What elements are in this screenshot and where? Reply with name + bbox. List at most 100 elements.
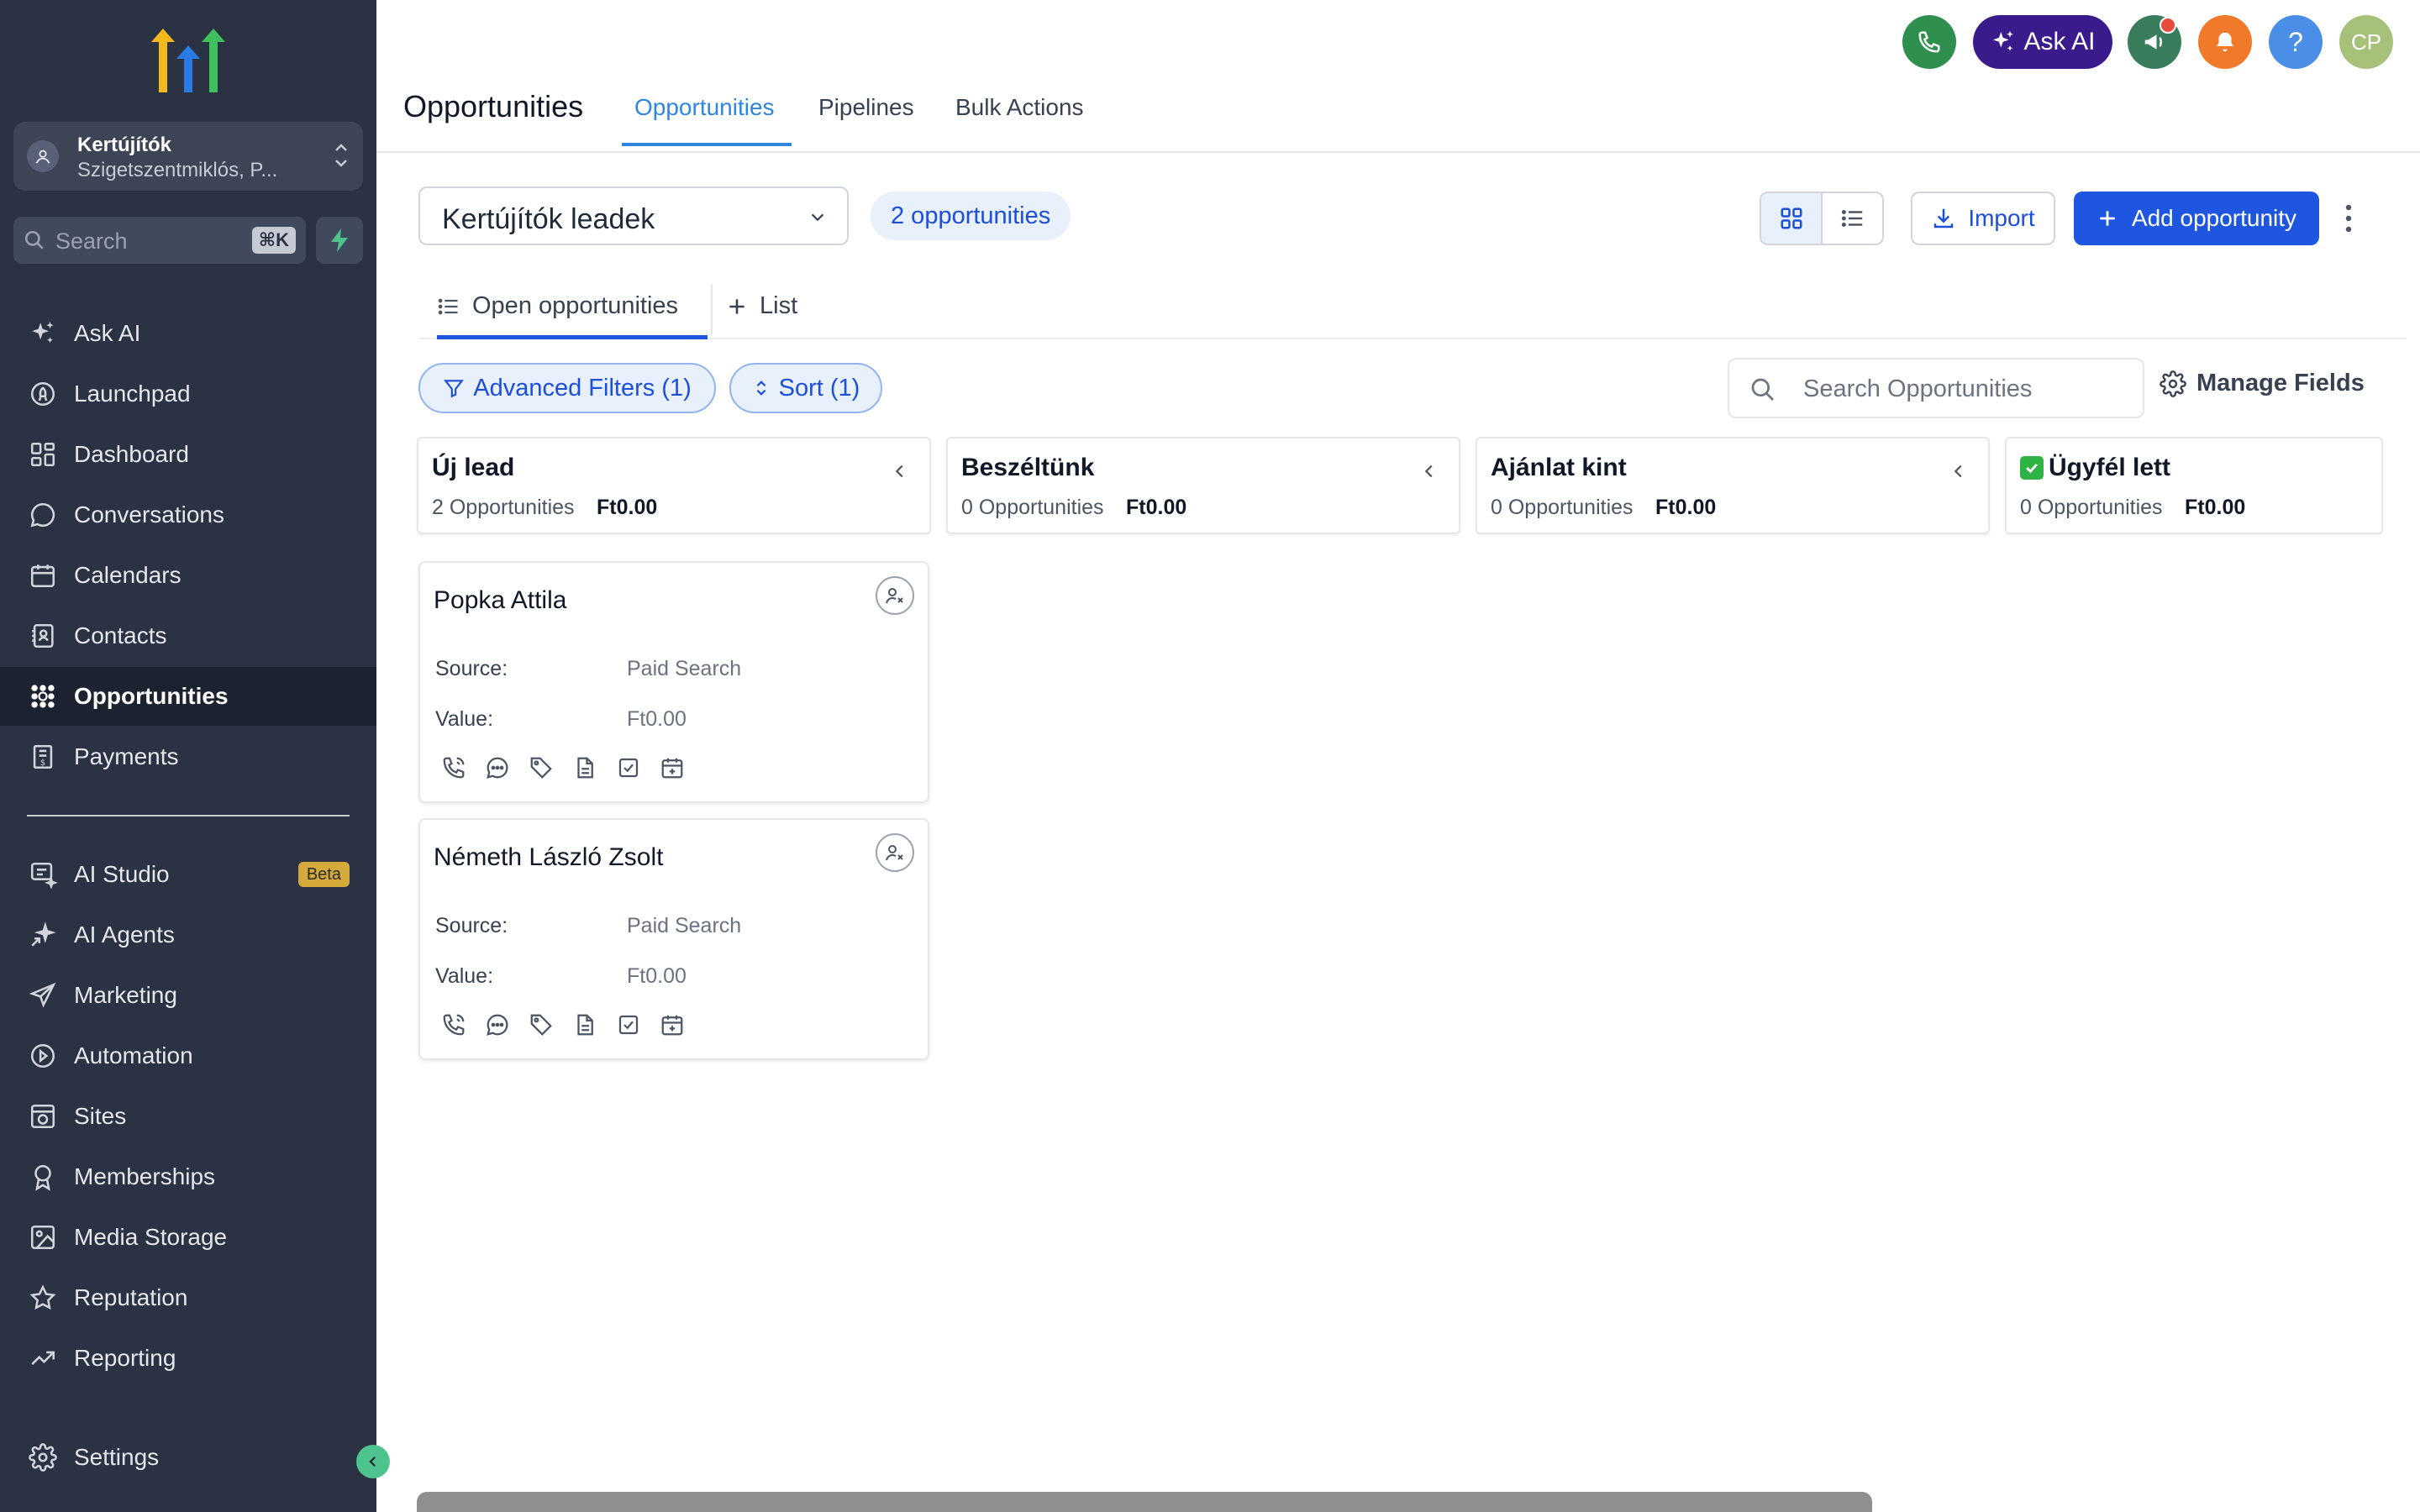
tab-bulk-actions[interactable]: Bulk Actions [955, 94, 1084, 121]
sort-button[interactable]: Sort (1) [729, 363, 882, 413]
sidebar-item-marketing[interactable]: Marketing [0, 966, 376, 1025]
search-opportunities-input[interactable] [1802, 371, 2133, 407]
tab-pipelines[interactable]: Pipelines [818, 94, 914, 121]
award-icon [27, 1161, 59, 1193]
sidebar-item-reputation[interactable]: Reputation [0, 1268, 376, 1327]
note-action-icon[interactable] [563, 1010, 607, 1040]
advanced-filters-button[interactable]: Advanced Filters (1) [418, 363, 716, 413]
import-button[interactable]: Import [1911, 192, 2055, 245]
help-button[interactable]: ? [2269, 15, 2323, 69]
sidebar-item-label: Media Storage [74, 1224, 228, 1250]
assign-user-button[interactable] [876, 833, 914, 872]
list-icon [438, 298, 458, 314]
task-action-icon[interactable] [607, 753, 650, 783]
sparkle-icon [27, 318, 59, 349]
phone-button[interactable] [1902, 15, 1956, 69]
sidebar-item-memberships[interactable]: Memberships [0, 1147, 376, 1206]
opportunity-count-badge: 2 opportunities [871, 192, 1071, 240]
sidebar-item-label: Reputation [74, 1284, 188, 1310]
tag-action-icon[interactable] [519, 1010, 563, 1040]
quick-action-button[interactable] [316, 217, 363, 264]
add-opportunity-button[interactable]: Add opportunity [2074, 192, 2319, 245]
message-action-icon[interactable] [476, 1010, 519, 1040]
chevron-down-icon [807, 208, 829, 227]
manage-fields-button[interactable]: Manage Fields [2160, 370, 2365, 397]
opportunity-card[interactable]: Popka Attila Source: Paid Search Value: … [418, 561, 929, 803]
page-title: Opportunities [403, 89, 584, 123]
call-action-icon[interactable] [432, 753, 476, 783]
collapse-sidebar-button[interactable] [356, 1445, 390, 1478]
sidebar-item-label: Sites [74, 1103, 127, 1129]
sidebar-item-label: Launchpad [74, 381, 191, 407]
chevron-left-icon [369, 1456, 376, 1467]
task-action-icon[interactable] [607, 1010, 650, 1040]
sidebar-item-sites[interactable]: Sites [0, 1087, 376, 1146]
sidebar-item-automation[interactable]: Automation [0, 1026, 376, 1085]
opportunities-icon [27, 680, 59, 712]
collapse-stage-button[interactable] [891, 460, 909, 482]
sidebar-item-label: Reporting [74, 1345, 176, 1371]
collapse-stage-button[interactable] [1420, 460, 1439, 482]
note-action-icon[interactable] [563, 753, 607, 783]
assign-user-button[interactable] [876, 576, 914, 615]
stage-title: Ajánlat kint [1491, 454, 1627, 481]
image-icon [27, 1221, 59, 1253]
stage-count: 0 Opportunities [2020, 496, 2163, 519]
subtab-add-list[interactable]: List [726, 292, 797, 320]
sort-label: Sort (1) [778, 374, 860, 402]
payments-icon: $ [27, 741, 59, 773]
board-view-button[interactable] [1761, 193, 1823, 244]
ai-studio-icon [27, 858, 59, 890]
appointment-action-icon[interactable] [650, 753, 694, 783]
sidebar: Kertújítók Szigetszentmiklós, P... Searc… [0, 0, 376, 1512]
message-action-icon[interactable] [476, 753, 519, 783]
notifications-button[interactable] [2198, 15, 2252, 69]
sidebar-item-payments[interactable]: $ Payments [0, 727, 376, 786]
sidebar-item-ask-ai[interactable]: Ask AI [0, 304, 376, 363]
tag-action-icon[interactable] [519, 753, 563, 783]
contacts-icon [27, 620, 59, 652]
sidebar-item-contacts[interactable]: Contacts [0, 606, 376, 665]
ask-ai-button[interactable]: Ask AI [1973, 15, 2112, 69]
subtab-open-opportunities[interactable]: Open opportunities [437, 292, 678, 320]
tab-opportunities[interactable]: Opportunities [634, 94, 775, 121]
stage-title: Beszéltünk [961, 454, 1095, 481]
pipeline-select[interactable]: Kertújítók leadek [418, 186, 849, 245]
sidebar-item-media-storage[interactable]: Media Storage [0, 1208, 376, 1267]
sidebar-item-ai-agents[interactable]: AI Agents [0, 906, 376, 964]
horizontal-scrollbar[interactable] [417, 1492, 1872, 1512]
stage-count: 2 Opportunities [432, 496, 575, 519]
sidebar-item-settings[interactable]: Settings [0, 1428, 376, 1487]
sidebar-search[interactable]: Search ⌘K [13, 217, 306, 264]
sidebar-item-opportunities[interactable]: Opportunities [0, 667, 376, 726]
gear-icon [2160, 370, 2186, 397]
sidebar-item-label: Ask AI [74, 320, 141, 346]
brand-logo[interactable] [151, 29, 225, 92]
sidebar-item-calendars[interactable]: Calendars [0, 546, 376, 605]
sidebar-item-launchpad[interactable]: Launchpad [0, 365, 376, 423]
download-icon [1934, 208, 1954, 228]
list-view-button[interactable] [1823, 193, 1882, 244]
search-icon [24, 229, 45, 251]
stage-count: 0 Opportunities [1491, 496, 1634, 519]
more-options-button[interactable] [2334, 202, 2363, 235]
plus-icon [2100, 211, 2115, 226]
account-switcher[interactable]: Kertújítók Szigetszentmiklós, P... [13, 122, 363, 191]
call-action-icon[interactable] [432, 1010, 476, 1040]
subtab-separator [711, 284, 713, 334]
sidebar-item-reporting[interactable]: Reporting [0, 1329, 376, 1388]
sidebar-item-conversations[interactable]: Conversations [0, 486, 376, 544]
stage-title: Új lead [432, 454, 515, 481]
collapse-stage-button[interactable] [1949, 460, 1968, 482]
appointment-action-icon[interactable] [650, 1010, 694, 1040]
import-label: Import [1968, 205, 2035, 231]
sidebar-item-dashboard[interactable]: Dashboard [0, 425, 376, 484]
automation-icon [27, 1040, 59, 1072]
user-avatar[interactable]: CP [2339, 15, 2393, 69]
kebab-icon [2345, 204, 2352, 233]
opportunity-card[interactable]: Németh László Zsolt Source: Paid Search … [418, 818, 929, 1060]
view-toggle [1760, 192, 1884, 245]
announcements-button[interactable] [2128, 15, 2181, 69]
dashboard-icon [27, 438, 59, 470]
subtabs-divider [418, 338, 2407, 339]
